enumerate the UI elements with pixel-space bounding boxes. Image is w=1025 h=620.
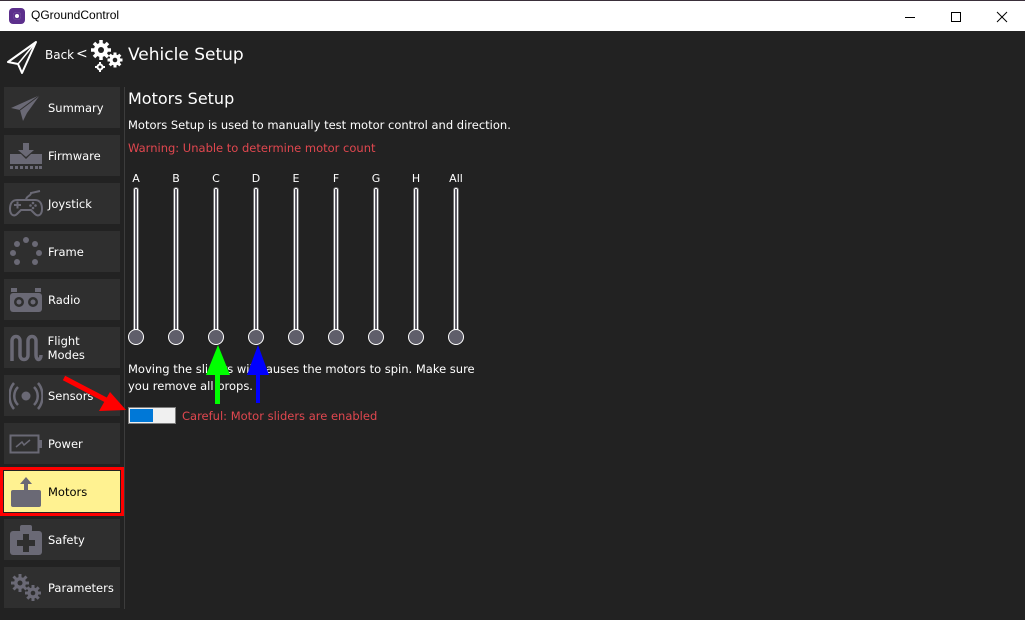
careful-text: Careful: Motor sliders are enabled (182, 409, 378, 423)
slider-label: All (449, 172, 463, 185)
sidebar-item-label: Firmware (48, 148, 101, 163)
sidebar-item-flight-modes[interactable]: Flight Modes (4, 327, 120, 368)
sidebar-item-parameters[interactable]: Parameters (4, 567, 120, 608)
sidebar-item-summary[interactable]: Summary (4, 87, 120, 128)
close-button[interactable] (979, 1, 1025, 32)
close-icon (996, 11, 1008, 22)
sidebar-item-radio[interactable]: Radio (4, 279, 120, 320)
motor-slider-all[interactable]: All (446, 172, 466, 348)
slider-label: G (371, 172, 381, 185)
sidebar-item-label: Motors (48, 484, 88, 499)
sidebar-item-label: Parameters (48, 580, 114, 595)
sidebar-divider (124, 87, 125, 609)
slider-track[interactable] (333, 187, 339, 339)
sidebar-item-label: Power (48, 436, 83, 451)
slider-track[interactable] (453, 187, 459, 339)
back-chevron: < (76, 46, 88, 62)
slider-handle[interactable] (328, 329, 344, 345)
motor-slider-b[interactable]: B (166, 172, 186, 348)
sidebar-item-label: Joystick (48, 196, 92, 211)
sidebar-item-firmware[interactable]: Firmware (4, 135, 120, 176)
motor-slider-h[interactable]: H (406, 172, 426, 348)
slider-handle[interactable] (208, 329, 224, 345)
minimize-icon (905, 16, 915, 18)
slider-track[interactable] (413, 187, 419, 339)
slider-handle[interactable] (248, 329, 264, 345)
sidebar-item-label: Radio (48, 292, 81, 307)
motor-slider-d[interactable]: D (246, 172, 266, 348)
slider-label: H (411, 172, 421, 185)
sidebar: Summary Firmware Joystick Frame Radio Fl… (0, 81, 124, 620)
maximize-icon (951, 11, 961, 22)
back-button[interactable]: Back (45, 48, 74, 62)
sidebar-item-label: Safety (48, 532, 85, 547)
slider-track[interactable] (173, 187, 179, 339)
battery-icon (9, 434, 42, 453)
gamepad-icon (9, 189, 43, 216)
gears-icon (11, 573, 41, 601)
sidebar-item-label: Flight Modes (47, 333, 85, 362)
slider-label: E (292, 172, 300, 185)
warning-text: Warning: Unable to determine motor count (128, 141, 376, 155)
window-title: QGroundControl (31, 8, 120, 22)
minimize-button[interactable] (887, 1, 933, 32)
slider-label: D (251, 172, 261, 185)
slider-label: F (332, 172, 340, 185)
motor-slider-f[interactable]: F (326, 172, 346, 348)
sidebar-item-label: Frame (48, 244, 84, 259)
motor-slider-c[interactable]: C (206, 172, 226, 348)
slider-handle[interactable] (448, 329, 464, 345)
radio-icon (10, 287, 42, 312)
medkit-icon (10, 524, 42, 555)
sidebar-item-safety[interactable]: Safety (4, 519, 120, 560)
sidebar-item-joystick[interactable]: Joystick (4, 183, 120, 224)
slider-track[interactable] (373, 187, 379, 339)
paper-plane-icon (11, 94, 41, 121)
slider-track[interactable] (253, 187, 259, 339)
section-heading: Motors Setup (128, 89, 235, 108)
slider-handle[interactable] (408, 329, 424, 345)
motor-slider-g[interactable]: G (366, 172, 386, 348)
slider-track[interactable] (213, 187, 219, 339)
slider-label: A (132, 172, 140, 185)
gears-icon (91, 40, 123, 72)
sidebar-item-label: Summary (48, 100, 104, 115)
slider-track[interactable] (293, 187, 299, 339)
motor-slider-e[interactable]: E (286, 172, 306, 348)
enable-sliders-switch[interactable] (128, 407, 176, 424)
maximize-button[interactable] (933, 1, 979, 32)
frame-dots-icon (10, 236, 42, 265)
slider-handle[interactable] (288, 329, 304, 345)
safety-note: Moving the sliders will causes the motor… (128, 362, 475, 393)
slider-handle[interactable] (368, 329, 384, 345)
section-description: Motors Setup is used to manually test mo… (128, 118, 511, 132)
slider-handle[interactable] (128, 329, 144, 345)
download-icon (10, 142, 42, 169)
sidebar-item-label: Sensors (48, 388, 94, 403)
wave-icon (10, 334, 43, 361)
slider-handle[interactable] (168, 329, 184, 345)
sidebar-item-motors[interactable]: Motors (0, 467, 124, 516)
sidebar-item-sensors[interactable]: Sensors (4, 375, 120, 416)
window-titlebar: QGroundControl (0, 0, 1025, 31)
sensors-icon (9, 381, 43, 410)
sidebar-item-frame[interactable]: Frame (4, 231, 120, 272)
motor-icon (11, 476, 41, 507)
switch-on-indicator (130, 409, 153, 422)
paper-plane-icon[interactable] (6, 40, 40, 74)
motor-slider-a[interactable]: A (126, 172, 146, 348)
app-logo-icon (9, 8, 25, 24)
slider-label: B (172, 172, 180, 185)
sidebar-item-power[interactable]: Power (4, 423, 120, 464)
page-title: Vehicle Setup (128, 45, 244, 65)
slider-label: C (212, 172, 220, 185)
slider-track[interactable] (133, 187, 139, 339)
